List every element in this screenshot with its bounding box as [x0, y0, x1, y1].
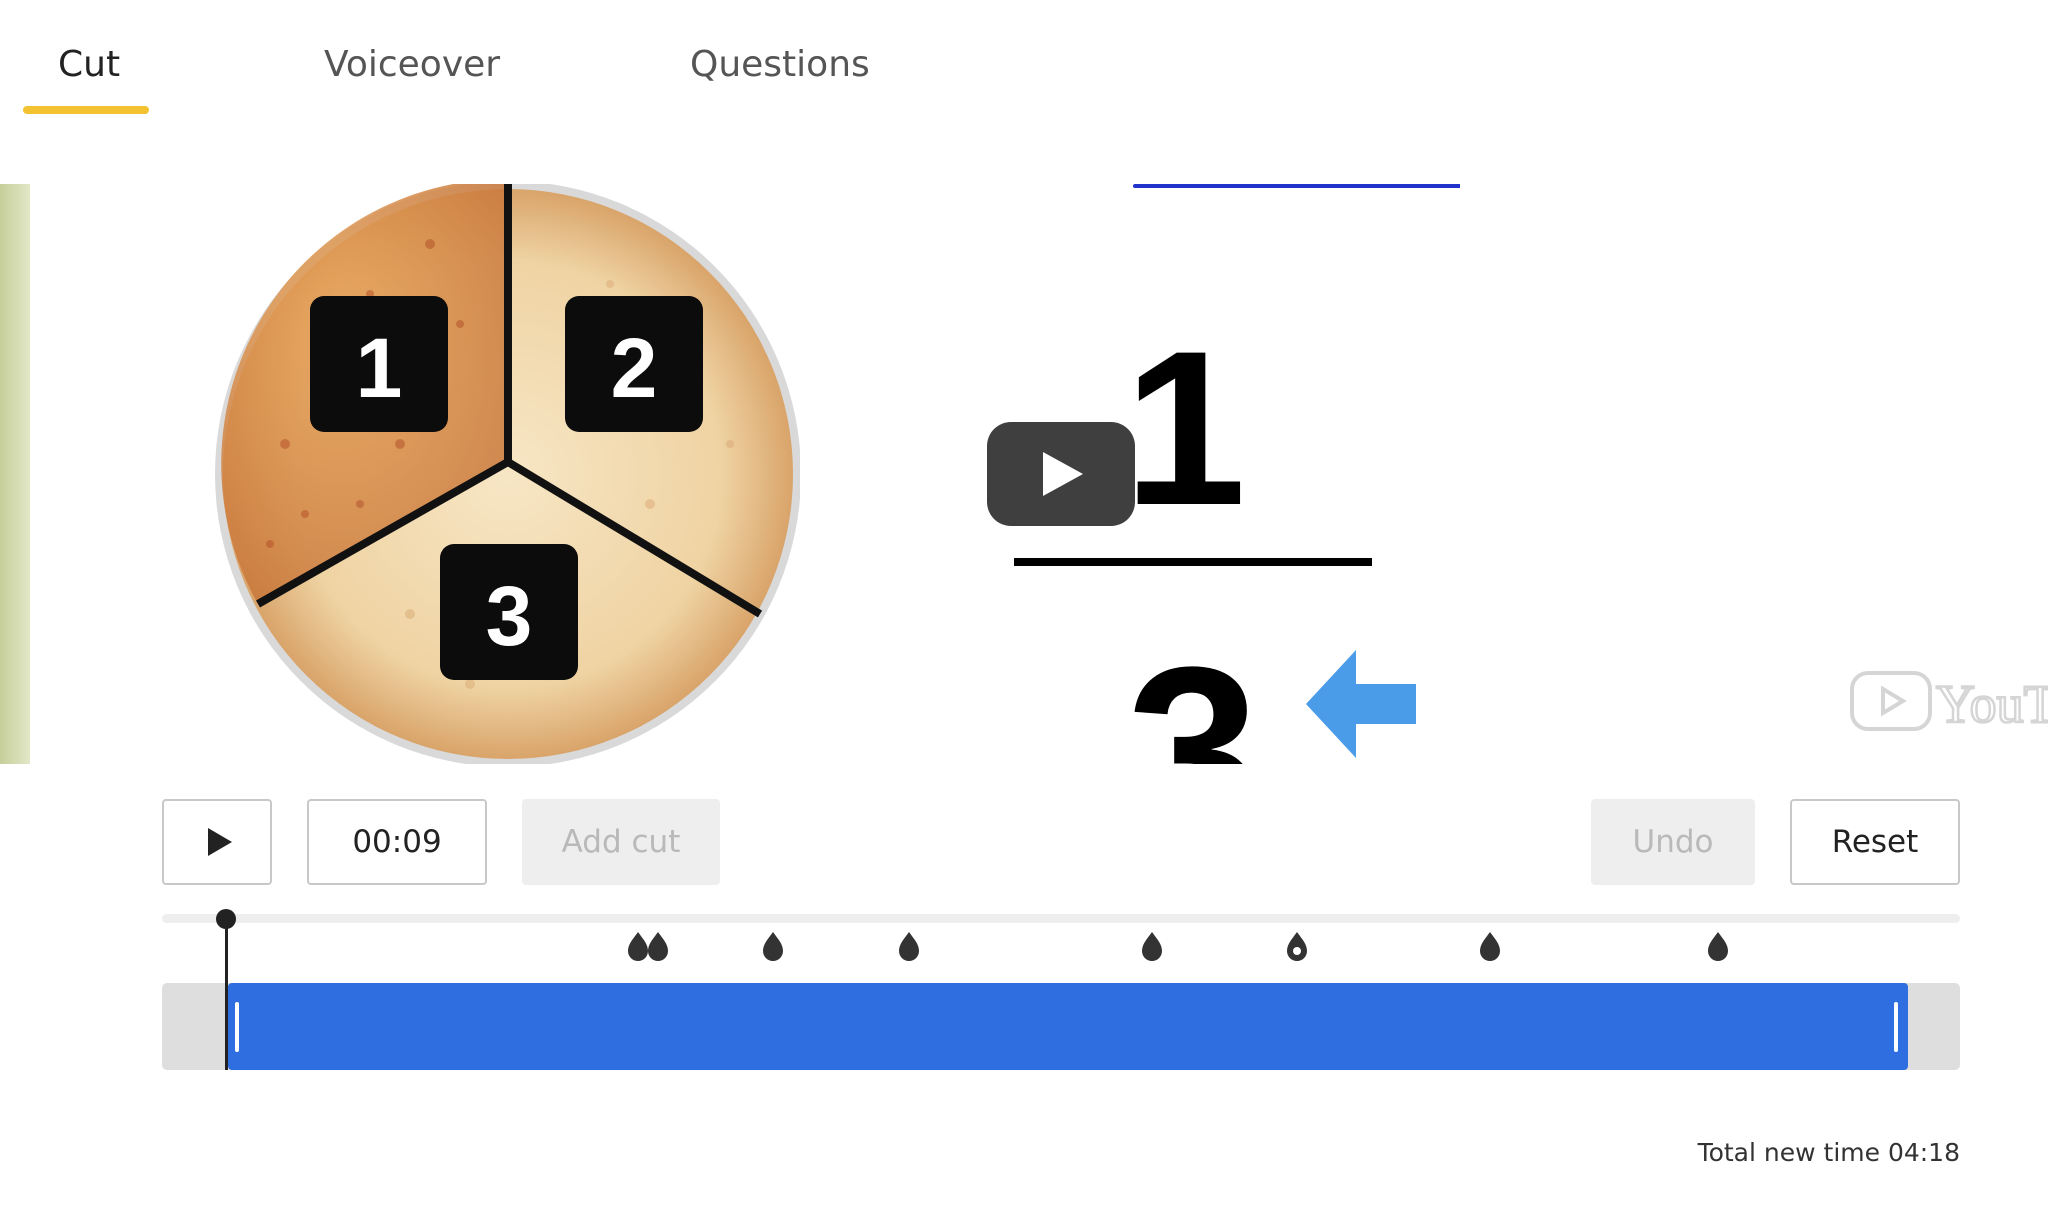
play-button[interactable]	[162, 799, 272, 885]
svg-text:2: 2	[611, 321, 658, 415]
undo-button[interactable]: Undo	[1591, 799, 1755, 885]
cut-marker-icon[interactable]	[645, 930, 671, 962]
total-new-time: Total new time 04:18	[1697, 1138, 1960, 1167]
cut-marker-icon[interactable]	[1477, 930, 1503, 962]
cut-marker-icon[interactable]	[1705, 930, 1731, 962]
clip-selection[interactable]	[228, 983, 1908, 1070]
video-player[interactable]: 1 2 3 1 3 YouTube	[0, 184, 2048, 764]
fraction-numerator: 1	[1124, 305, 1246, 551]
play-icon	[208, 828, 232, 856]
youtube-logo-icon: YouTube	[1850, 671, 2048, 734]
reset-button[interactable]: Reset	[1790, 799, 1960, 885]
svg-text:3: 3	[486, 569, 533, 663]
cut-marker-icon[interactable]	[1284, 930, 1310, 962]
active-tab-indicator	[23, 106, 149, 114]
cut-marker-icon[interactable]	[896, 930, 922, 962]
tab-voiceover[interactable]: Voiceover	[324, 44, 500, 85]
top-blue-line	[1133, 184, 1460, 188]
fraction-denominator: 3	[1126, 617, 1259, 764]
playhead-knob[interactable]	[216, 909, 236, 929]
timeline[interactable]	[0, 900, 2048, 1100]
video-play-icon[interactable]	[987, 422, 1135, 526]
fraction-bar	[1014, 558, 1372, 566]
slice-badge-2: 2	[565, 296, 703, 432]
add-cut-button[interactable]: Add cut	[522, 799, 720, 885]
pizza-image: 1 2 3	[215, 184, 800, 764]
tab-bar: Cut Voiceover Questions	[0, 0, 2048, 120]
trim-handle-end[interactable]	[1894, 1002, 1898, 1052]
slice-badge-1: 1	[310, 296, 448, 432]
trim-handle-start[interactable]	[235, 1002, 239, 1052]
scrub-track[interactable]	[162, 914, 1960, 923]
cut-marker-icon[interactable]	[760, 930, 786, 962]
slice-badge-3: 3	[440, 544, 578, 680]
cut-marker-icon[interactable]	[1139, 930, 1165, 962]
video-frame-edge	[0, 184, 30, 764]
tab-questions[interactable]: Questions	[690, 44, 870, 85]
time-display[interactable]: 00:09	[307, 799, 487, 885]
svg-text:1: 1	[356, 321, 403, 415]
svg-text:YouTube: YouTube	[1936, 674, 2048, 734]
playhead[interactable]	[225, 914, 228, 1070]
arrow-left-icon	[1306, 650, 1416, 758]
tab-cut[interactable]: Cut	[58, 44, 120, 85]
